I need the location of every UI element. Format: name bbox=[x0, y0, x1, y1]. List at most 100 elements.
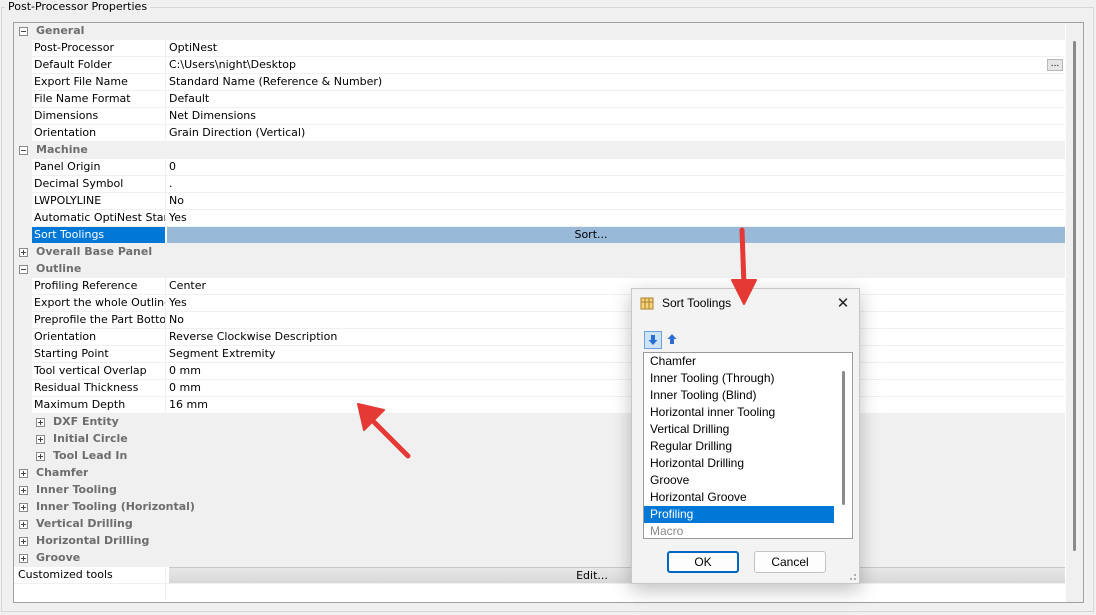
column-divider bbox=[165, 346, 166, 362]
expand-icon[interactable] bbox=[19, 520, 28, 529]
subcategory-initial-circle[interactable]: Initial Circle bbox=[14, 431, 1065, 448]
list-item[interactable]: Chamfer bbox=[644, 353, 834, 370]
property-row[interactable]: Decimal Symbol. bbox=[14, 176, 1065, 193]
property-value[interactable]: Net Dimensions bbox=[169, 108, 1065, 124]
collapse-icon[interactable] bbox=[19, 146, 28, 155]
list-item[interactable]: Horizontal Groove bbox=[644, 489, 834, 506]
property-value[interactable]: C:\Users\night\Desktop bbox=[169, 57, 1065, 73]
edit-button[interactable]: Edit... bbox=[169, 567, 1065, 583]
close-icon[interactable]: ✕ bbox=[833, 293, 853, 313]
property-value[interactable]: . bbox=[169, 176, 1065, 192]
expand-icon[interactable] bbox=[19, 554, 28, 563]
category-overall-base-panel[interactable]: Overall Base Panel bbox=[14, 244, 1065, 261]
property-row[interactable]: Export File Name Standard Name (Reference… bbox=[14, 74, 1065, 91]
category-machine[interactable]: Machine bbox=[14, 142, 1065, 159]
expand-icon[interactable] bbox=[36, 435, 45, 444]
annotation-arrow-up-left-icon bbox=[357, 403, 411, 459]
property-name: Customized tools bbox=[18, 568, 113, 581]
expand-icon[interactable] bbox=[19, 248, 28, 257]
list-item[interactable]: Macro bbox=[644, 523, 834, 538]
expand-icon[interactable] bbox=[19, 469, 28, 478]
category-general[interactable]: General bbox=[14, 23, 1065, 40]
property-value[interactable]: Yes bbox=[169, 210, 1065, 226]
property-row[interactable]: LWPOLYLINE No bbox=[14, 193, 1065, 210]
move-up-button[interactable] bbox=[664, 331, 682, 349]
row-gutter bbox=[14, 74, 32, 90]
property-row[interactable]: Post-Processor OptiNest bbox=[14, 40, 1065, 57]
property-row[interactable]: Preprofile the Part Bottom No bbox=[14, 312, 1065, 329]
expand-icon[interactable] bbox=[19, 503, 28, 512]
expand-icon[interactable] bbox=[19, 537, 28, 546]
group-title: Post-Processor Properties bbox=[5, 0, 151, 14]
property-row[interactable]: Orientation Reverse Clockwise Description bbox=[14, 329, 1065, 346]
property-row[interactable]: Profiling Reference Center bbox=[14, 278, 1065, 295]
list-item[interactable]: Vertical Drilling bbox=[644, 421, 834, 438]
property-value[interactable]: 0 mm bbox=[169, 363, 1065, 379]
scrollbar-thumb[interactable] bbox=[842, 371, 845, 505]
list-item[interactable]: Inner Tooling (Through) bbox=[644, 370, 834, 387]
subcategory-dxf-entity[interactable]: DXF Entity bbox=[14, 414, 1065, 431]
list-item-selected[interactable]: Profiling bbox=[644, 506, 834, 523]
property-value[interactable]: No bbox=[169, 312, 1065, 328]
property-name: Preprofile the Part Bottom bbox=[34, 313, 165, 326]
property-grid[interactable]: General Post-Processor OptiNest Default F… bbox=[13, 22, 1084, 603]
property-value[interactable]: Standard Name (Reference & Number) bbox=[169, 74, 1065, 90]
category-horizontal-drilling[interactable]: Horizontal Drilling bbox=[14, 533, 1065, 550]
category-chamfer[interactable]: Chamfer bbox=[14, 465, 1065, 482]
property-row[interactable]: Starting Point Segment Extremity bbox=[14, 346, 1065, 363]
category-inner-tooling-horizontal[interactable]: Inner Tooling (Horizontal) bbox=[14, 499, 1065, 516]
property-value[interactable]: 0 bbox=[169, 159, 1065, 175]
property-row[interactable]: Maximum Depth 16 mm bbox=[14, 397, 1065, 414]
subcategory-tool-lead-in[interactable]: Tool Lead In bbox=[14, 448, 1065, 465]
expand-icon[interactable] bbox=[36, 418, 45, 427]
property-row-sort-toolings[interactable]: Sort Toolings Sort... bbox=[14, 227, 1065, 244]
property-value[interactable]: Grain Direction (Vertical) bbox=[169, 125, 1065, 141]
ok-button[interactable]: OK bbox=[667, 551, 739, 573]
list-item[interactable]: Horizontal Drilling bbox=[644, 455, 834, 472]
cancel-button[interactable]: Cancel bbox=[754, 551, 826, 573]
list-item[interactable]: Horizontal inner Tooling bbox=[644, 404, 834, 421]
category-groove[interactable]: Groove bbox=[14, 550, 1065, 567]
property-row[interactable]: Default Folder C:\Users\night\Desktop... bbox=[14, 57, 1065, 74]
property-row-customized-tools[interactable]: Customized tools Edit... bbox=[14, 567, 1065, 584]
property-row[interactable]: File Name Format Default bbox=[14, 91, 1065, 108]
property-value[interactable]: Segment Extremity bbox=[169, 346, 1065, 362]
browse-folder-button[interactable]: ... bbox=[1047, 59, 1063, 71]
property-row[interactable]: Panel Origin 0 bbox=[14, 159, 1065, 176]
vertical-scrollbar[interactable] bbox=[1066, 23, 1083, 602]
move-down-button[interactable] bbox=[644, 331, 662, 349]
property-value[interactable]: 0 mm bbox=[169, 380, 1065, 396]
property-row[interactable]: Tool vertical Overlap 0 mm bbox=[14, 363, 1065, 380]
property-value[interactable]: OptiNest bbox=[169, 40, 1065, 56]
category-label: Tool Lead In bbox=[53, 449, 128, 462]
property-row[interactable]: Export the whole Outline Yes bbox=[14, 295, 1065, 312]
sort-button[interactable]: Sort... bbox=[167, 227, 1065, 243]
collapse-icon[interactable] bbox=[19, 27, 28, 36]
category-label: Machine bbox=[36, 143, 88, 156]
list-scrollbar[interactable] bbox=[836, 353, 852, 538]
expand-icon[interactable] bbox=[19, 486, 28, 495]
category-inner-tooling[interactable]: Inner Tooling bbox=[14, 482, 1065, 499]
property-value[interactable]: Center bbox=[169, 278, 1065, 294]
scrollbar-thumb[interactable] bbox=[1073, 41, 1076, 551]
property-row[interactable]: Orientation Grain Direction (Vertical) bbox=[14, 125, 1065, 142]
property-value[interactable]: 16 mm bbox=[169, 397, 1065, 413]
property-value[interactable]: No bbox=[169, 193, 1065, 209]
property-row[interactable]: Dimensions Net Dimensions bbox=[14, 108, 1065, 125]
property-row[interactable]: Automatic OptiNest Start Yes bbox=[14, 210, 1065, 227]
expand-icon[interactable] bbox=[36, 452, 45, 461]
property-value[interactable]: Yes bbox=[169, 295, 1065, 311]
row-gutter bbox=[14, 295, 32, 311]
category-vertical-drilling[interactable]: Vertical Drilling bbox=[14, 516, 1065, 533]
property-value[interactable]: Default bbox=[169, 91, 1065, 107]
category-outline[interactable]: Outline bbox=[14, 261, 1065, 278]
property-value[interactable]: Reverse Clockwise Description bbox=[169, 329, 1065, 345]
list-item[interactable]: Inner Tooling (Blind) bbox=[644, 387, 834, 404]
property-row[interactable]: Residual Thickness 0 mm bbox=[14, 380, 1065, 397]
resize-grip-icon[interactable] bbox=[847, 571, 857, 581]
list-item[interactable]: Groove bbox=[644, 472, 834, 489]
toolings-list[interactable]: Chamfer Inner Tooling (Through) Inner To… bbox=[643, 352, 853, 539]
collapse-icon[interactable] bbox=[19, 265, 28, 274]
list-item[interactable]: Regular Drilling bbox=[644, 438, 834, 455]
row-gutter bbox=[14, 278, 32, 294]
